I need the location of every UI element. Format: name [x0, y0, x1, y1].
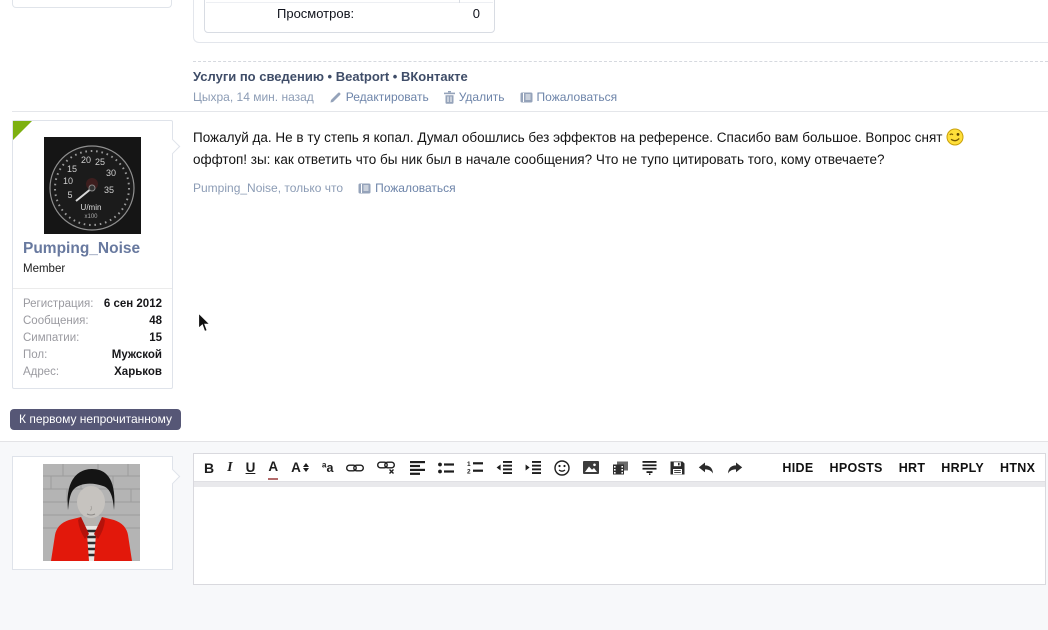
post-author-date[interactable]: Цыхра, 14 мин. назад [193, 90, 314, 104]
post-meta: Pumping_Noise, только что Пожаловаться [193, 181, 456, 195]
unordered-list-button[interactable] [438, 457, 455, 479]
ordered-list-icon: 12 [467, 461, 484, 475]
media-button[interactable] [612, 457, 629, 479]
previous-message-container-fragment: Просмотров: 0 [193, 0, 1048, 43]
mouse-cursor [197, 312, 212, 333]
avatar[interactable]: 5 10 15 20 2530 35 U/min x100 [44, 137, 141, 234]
svg-text:30: 30 [106, 168, 116, 178]
outdent-button[interactable] [496, 457, 513, 479]
post-message: Пожалуй да. Не в ту степь я копал. Думал… [193, 127, 1048, 170]
svg-text:35: 35 [104, 185, 114, 195]
stat-row: Адрес: Харьков [23, 366, 162, 378]
quote-block-icon [642, 460, 657, 475]
align-icon [410, 460, 426, 475]
report-book-icon [358, 183, 371, 193]
link-icon [346, 464, 365, 471]
trash-icon [443, 90, 455, 104]
smiley-icon [554, 459, 571, 476]
quote-block-button[interactable] [642, 457, 657, 479]
avatar[interactable] [43, 464, 140, 561]
svg-text:5: 5 [67, 190, 72, 200]
stat-row: Пол: Мужской [23, 349, 162, 361]
forum-page: Просмотров: 0 Услуги по сведению • Beatp… [0, 0, 1048, 630]
svg-text:U/min: U/min [81, 203, 102, 212]
hrply-bbcode-button[interactable]: HRPLY [933, 461, 992, 475]
pencil-icon [330, 92, 341, 102]
table-row-divider [206, 2, 493, 3]
svg-text:1: 1 [467, 461, 471, 468]
unread-marker-icon [13, 121, 32, 140]
svg-text:2: 2 [467, 469, 471, 475]
stats-row-label: Просмотров: [277, 6, 355, 21]
stat-row: Регистрация: 6 сен 2012 [23, 298, 162, 310]
previous-post-meta: Цыхра, 14 мин. назад Редактировать Удали… [193, 90, 617, 104]
report-link[interactable]: Пожаловаться [520, 90, 617, 104]
unlink-icon [377, 461, 396, 474]
editor-toolbar: B I U A A ªa 12 HIDE HPOSTS HRT HRPLY HT… [194, 454, 1045, 481]
reply-avatar-card [12, 456, 181, 570]
indent-icon [526, 461, 542, 474]
svg-text:20: 20 [81, 155, 91, 165]
svg-text:10: 10 [63, 176, 73, 186]
image-button[interactable] [583, 457, 600, 479]
ordered-list-button[interactable]: 12 [467, 457, 484, 479]
post-author-date[interactable]: Pumping_Noise, только что [193, 181, 343, 195]
italic-button[interactable]: I [227, 457, 232, 479]
custom-bbcode-buttons: HIDE HPOSTS HRT HRPLY HTNX [774, 461, 1043, 475]
svg-text:25: 25 [95, 157, 105, 167]
media-icon [613, 461, 629, 474]
htnx-bbcode-button[interactable]: HTNX [992, 461, 1043, 475]
align-button[interactable] [410, 457, 426, 479]
font-family-button[interactable]: ªa [322, 457, 334, 479]
redo-button[interactable] [727, 457, 743, 479]
redo-icon [728, 462, 743, 473]
user-card: 5 10 15 20 25 30 35 U/min x100 Pumping_Noise… [12, 120, 181, 389]
unlink-button[interactable] [377, 457, 397, 479]
username-link[interactable]: Pumping_Noise [23, 240, 140, 258]
previous-user-card-fragment [12, 0, 172, 8]
reply-editor: B I U A A ªa 12 HIDE HPOSTS HRT HRPLY HT… [193, 453, 1046, 585]
report-link[interactable]: Пожаловаться [358, 181, 456, 195]
delete-link[interactable]: Удалить [443, 90, 505, 104]
signature-divider [193, 61, 1048, 62]
stat-row: Сообщения: 48 [23, 315, 162, 327]
report-book-icon [520, 92, 533, 102]
font-size-button[interactable]: A [291, 457, 309, 479]
user-stats: Регистрация: 6 сен 2012 Сообщения: 48 Симп… [13, 288, 172, 387]
reply-text-area[interactable] [194, 487, 1045, 584]
undo-button[interactable] [698, 457, 714, 479]
image-icon [583, 461, 600, 474]
card-arrow [164, 468, 181, 485]
size-arrows-icon [302, 463, 309, 472]
hposts-bbcode-button[interactable]: HPOSTS [822, 461, 891, 475]
bold-button[interactable]: B [204, 457, 214, 479]
stat-row: Симпатии: 15 [23, 332, 162, 344]
smiley-button[interactable] [554, 457, 571, 479]
hide-bbcode-button[interactable]: HIDE [774, 461, 821, 475]
unordered-list-icon [438, 462, 455, 473]
user-title: Member [23, 263, 66, 275]
hrt-bbcode-button[interactable]: HRT [891, 461, 934, 475]
text-color-button[interactable]: A [268, 456, 279, 480]
underline-button[interactable]: U [246, 457, 256, 479]
post-separator [12, 111, 1048, 112]
outdent-icon [497, 461, 513, 474]
link-button[interactable] [346, 457, 365, 479]
jump-to-first-unread-button[interactable]: К первому непрочитанному [10, 409, 181, 430]
save-icon [670, 461, 685, 474]
stats-row-value: 0 [472, 6, 480, 21]
indent-button[interactable] [525, 457, 542, 479]
svg-text:15: 15 [67, 164, 77, 174]
undo-icon [699, 462, 714, 473]
svg-text:x100: x100 [84, 214, 98, 220]
signature-text[interactable]: Услуги по сведению • Beatport • ВКонтакт… [193, 69, 468, 84]
edit-link[interactable]: Редактировать [329, 90, 429, 104]
table-column-divider [459, 0, 460, 3]
wink-smiley-icon [946, 128, 964, 146]
thread-stats-table: Просмотров: 0 [204, 0, 495, 33]
save-button[interactable] [670, 457, 685, 479]
card-arrow [164, 138, 181, 155]
quick-reply-section: B I U A A ªa 12 HIDE HPOSTS HRT HRPLY HT… [0, 441, 1048, 630]
